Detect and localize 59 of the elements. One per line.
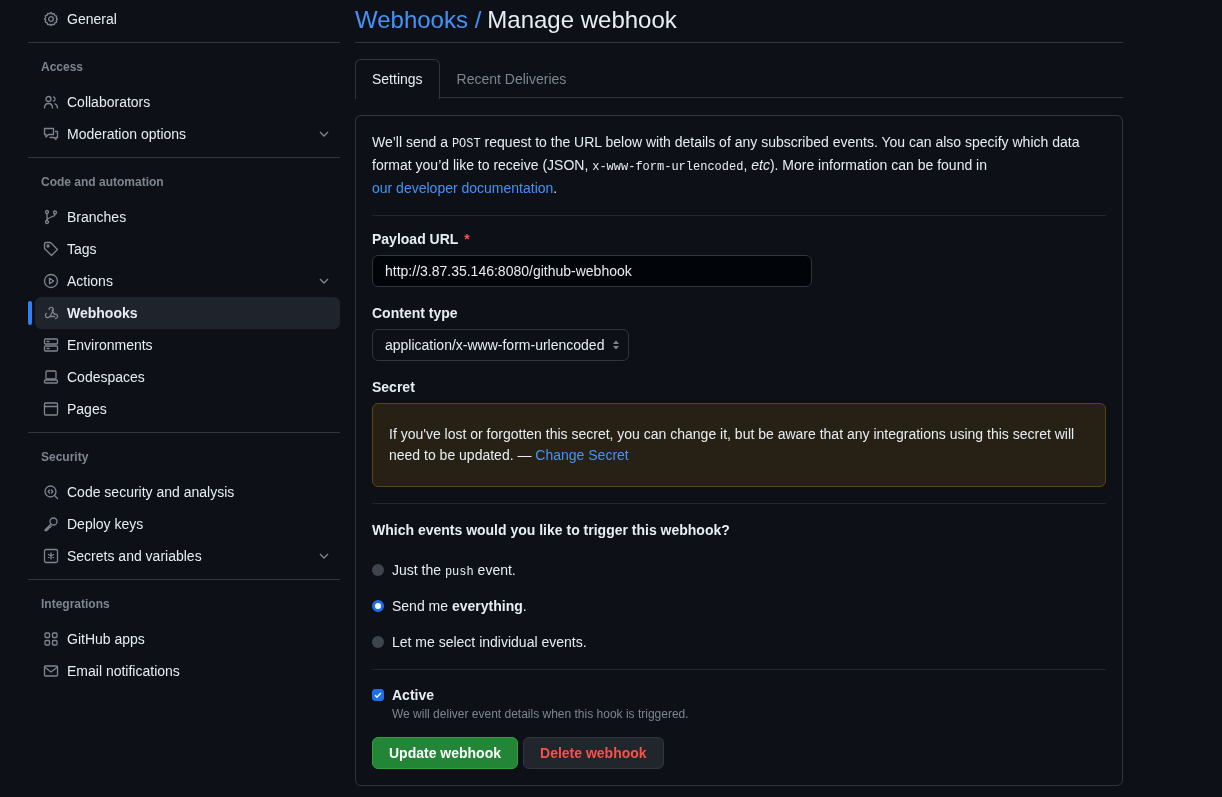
sidebar-item[interactable]: Branches (35, 201, 340, 233)
breadcrumb-link[interactable]: Webhooks / (355, 6, 482, 34)
sidebar-item[interactable]: Codespaces (35, 361, 340, 393)
checkbox-label: Active (392, 687, 435, 703)
sidebar-item[interactable]: Moderation options (35, 118, 340, 150)
checkbox[interactable] (372, 689, 384, 701)
sidebar-item[interactable]: Code security and analysis (35, 476, 340, 508)
webhook-icon (43, 305, 59, 321)
radio-label: Send me everything. (392, 598, 527, 614)
people-icon (43, 94, 59, 110)
sidebar-heading: Code and automation (40, 175, 165, 191)
apps-grid-icon (43, 631, 59, 647)
tab[interactable]: Settings (355, 59, 440, 99)
sidebar-item[interactable]: Actions (35, 265, 340, 297)
play-icon (43, 273, 59, 289)
sidebar-item[interactable]: GitHub apps (35, 623, 340, 655)
page-title: Manage webhook (487, 6, 677, 34)
sidebar-item[interactable]: Collaborators (35, 86, 340, 118)
laptop-icon (43, 369, 59, 385)
sidebar-item[interactable]: Email notifications (35, 655, 340, 687)
server-icon (43, 337, 59, 353)
sidebar-item[interactable]: Tags (35, 233, 340, 265)
magnifier-code-icon (43, 484, 59, 500)
tag-icon (43, 241, 59, 257)
events-question: Which events would you like to trigger this webhook? (372, 522, 730, 538)
sidebar-item[interactable]: Webhooks (35, 297, 340, 329)
asterisk-box-icon (43, 548, 59, 564)
change-secret-link[interactable]: Change Secret (535, 447, 629, 463)
content-type-select[interactable]: application/x-www-form-urlencoded (372, 329, 630, 361)
field-label: Payload URL (372, 231, 459, 247)
radio-button[interactable] (372, 600, 384, 612)
url-input-field[interactable]: http://3.87.35.146:8080/github-webhook (372, 255, 812, 287)
radio-label: Let me select individual events. (392, 634, 587, 650)
sidebar-item[interactable]: Secrets and variables (35, 540, 340, 572)
sidebar-heading: Security (40, 450, 90, 466)
field-label: Content type (372, 305, 458, 321)
radio-button[interactable] (372, 564, 384, 576)
up-down-caret-icon (612, 339, 621, 351)
speech-bubble-icon (43, 126, 59, 142)
sidebar-item[interactable]: Pages (35, 393, 340, 425)
key-icon (43, 516, 59, 532)
sidebar-item[interactable]: Environments (35, 329, 340, 361)
branch-icon (43, 209, 59, 225)
field-label: Secret (372, 379, 415, 395)
sidebar-item[interactable]: Deploy keys (35, 508, 340, 540)
required-mark: * (464, 231, 470, 247)
delete-button[interactable]: Delete webhook (523, 737, 664, 769)
sidebar-heading: Integrations (40, 597, 111, 613)
envelope-icon (43, 663, 59, 679)
submit-button[interactable]: Update webhook (372, 737, 518, 769)
gear-icon (43, 11, 59, 27)
browser-window-icon (43, 401, 59, 417)
tab[interactable]: Recent Deliveries (439, 59, 584, 98)
sidebar-item[interactable]: General (35, 3, 340, 35)
sidebar-heading: Access (40, 60, 85, 76)
radio-button[interactable] (372, 636, 384, 648)
notice-text: If you've lost or forgotten this secret, you can change it, but be aware that any integrations using this secret will need to be updated. — Change Secret (389, 425, 1076, 465)
hint-text: We will deliver event details when this hook is triggered. (392, 707, 689, 721)
radio-label: Just the push event. (392, 561, 516, 579)
